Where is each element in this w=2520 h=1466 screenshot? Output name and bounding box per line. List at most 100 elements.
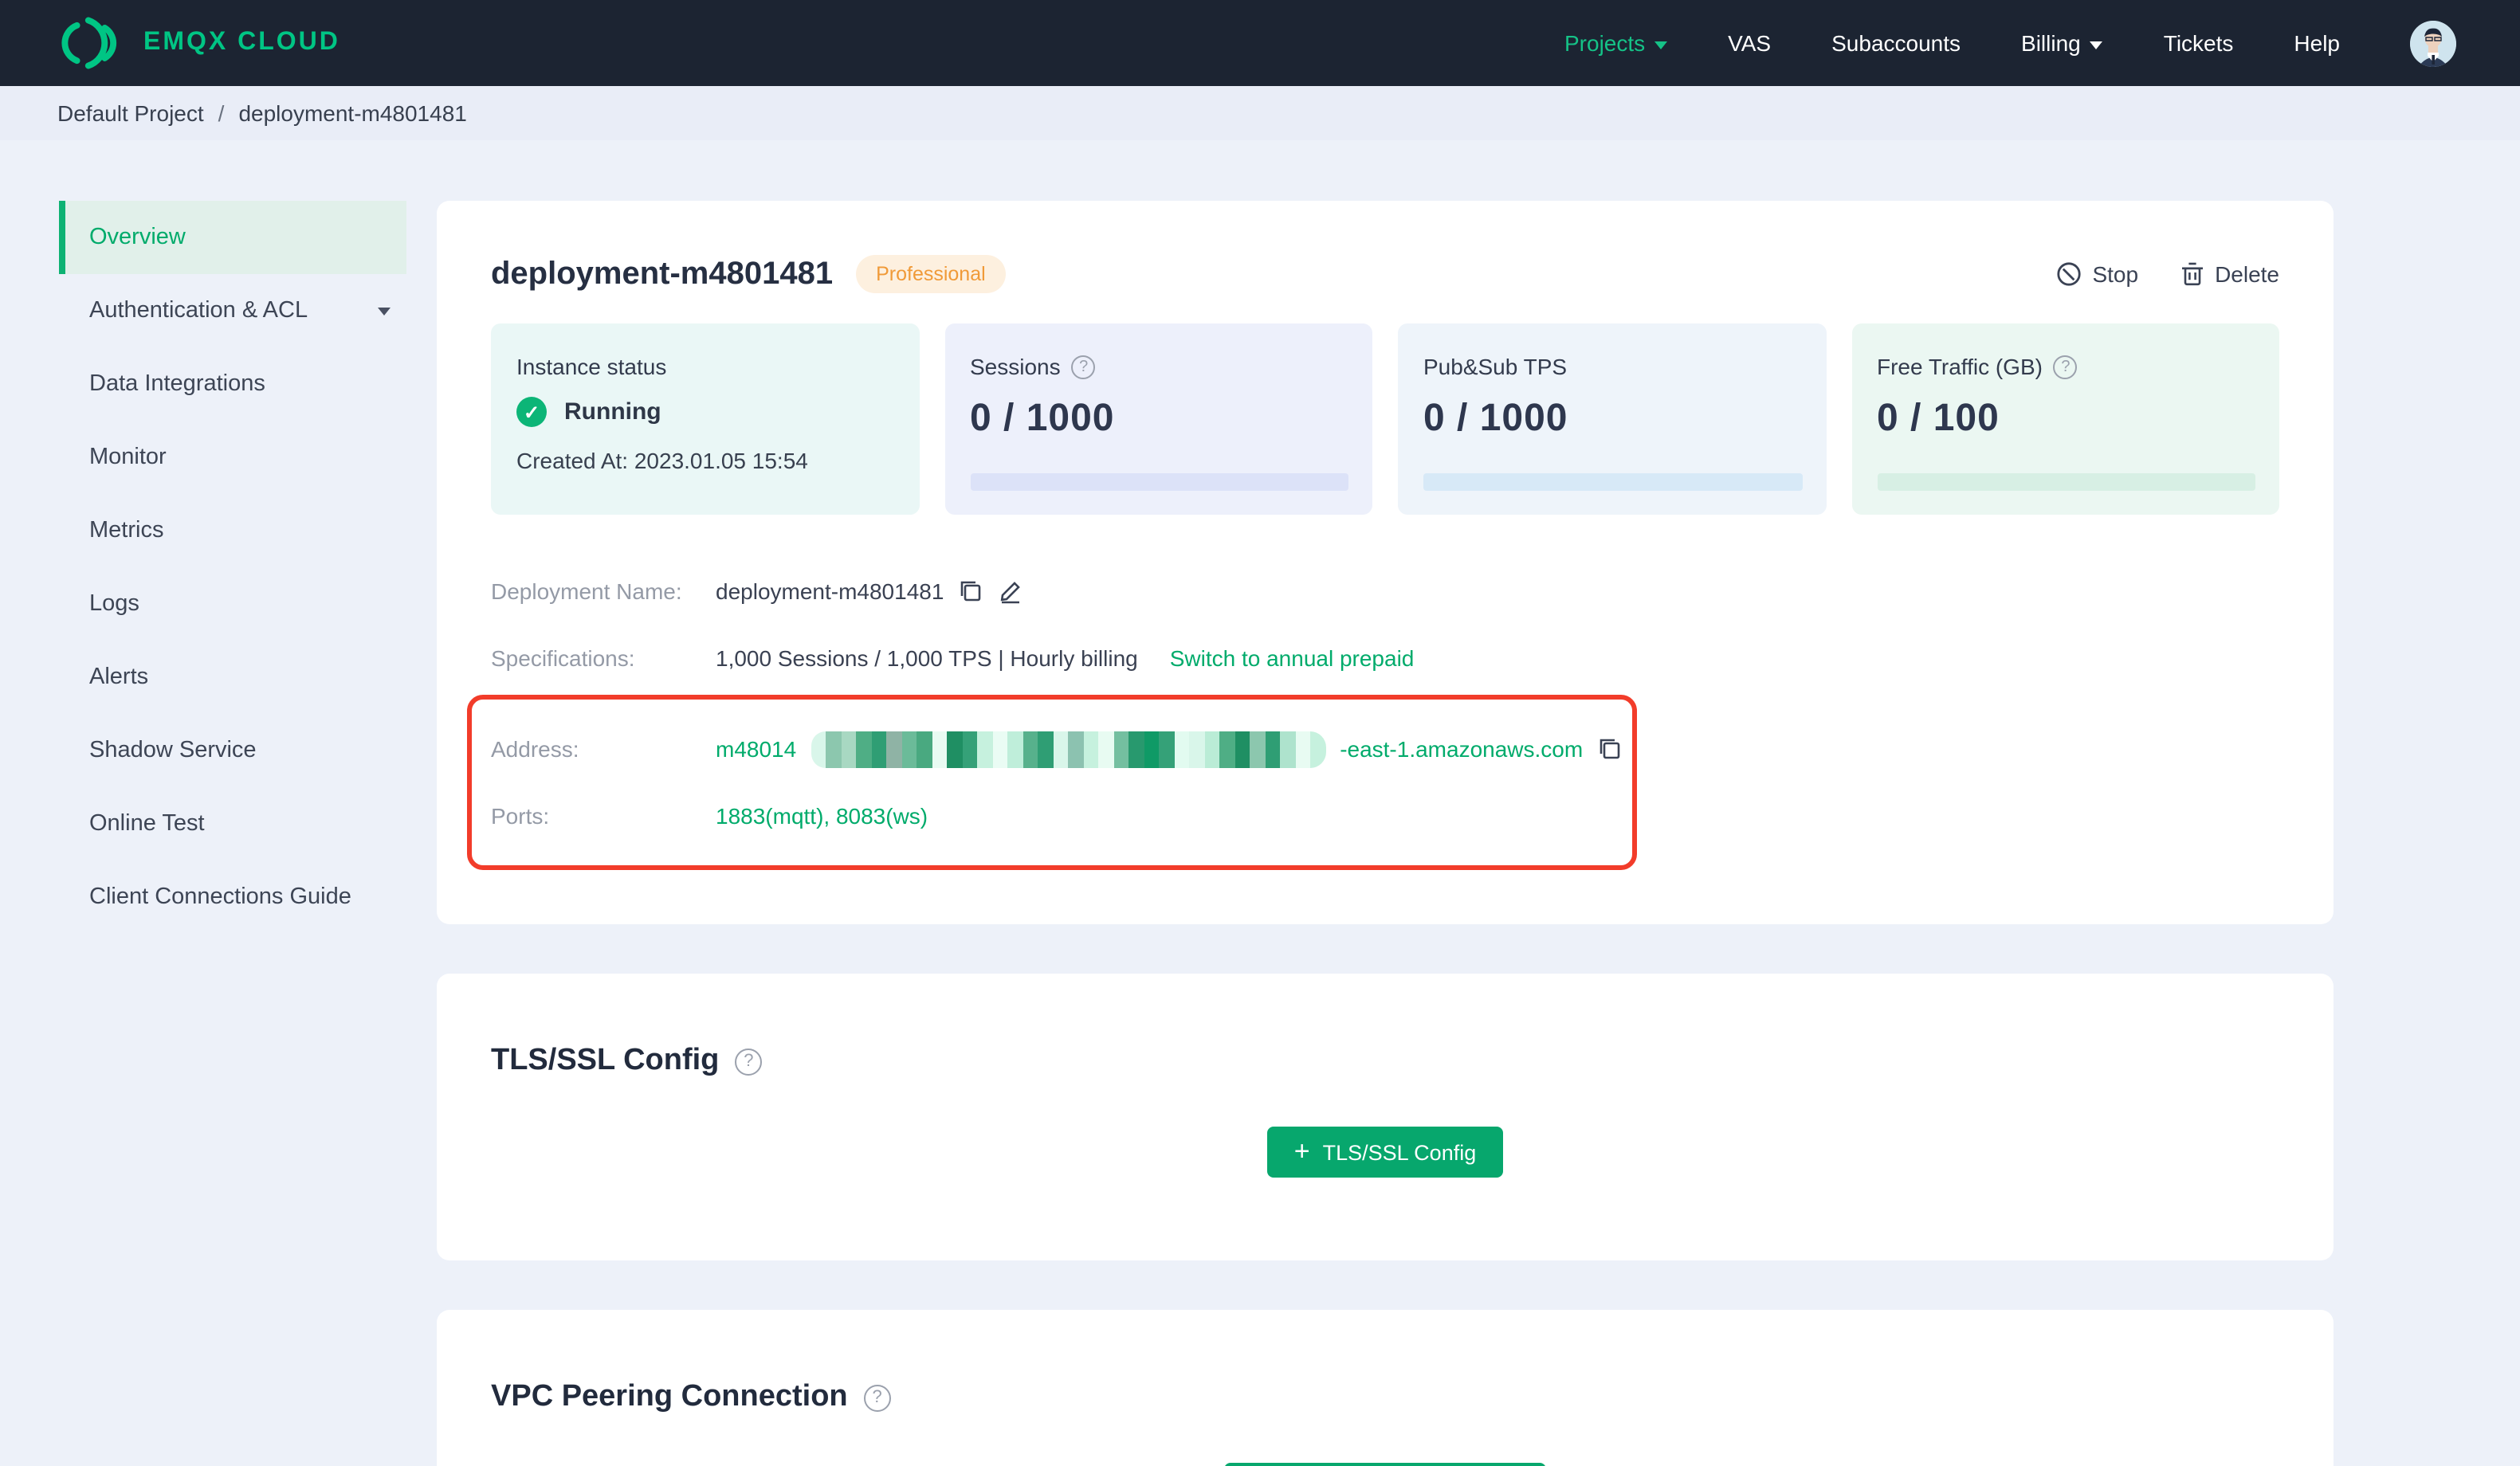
pubsub-tps-label: Pub&Sub TPS: [1423, 354, 1568, 379]
breadcrumb-separator: /: [218, 100, 225, 126]
chevron-down-icon: [378, 308, 391, 316]
plan-badge: Professional: [855, 255, 1007, 293]
add-tls-ssl-config-label: TLS/SSL Config: [1322, 1140, 1477, 1164]
red-highlight-box: Address: m48014 -east-1.amazonaws.com Po…: [467, 695, 1637, 870]
nav-help-label: Help: [2294, 30, 2340, 56]
sidebar-item-label: Shadow Service: [89, 738, 257, 763]
sessions-label: Sessions: [970, 354, 1061, 379]
sidebar-item-metrics[interactable]: Metrics: [59, 494, 406, 567]
add-tls-ssl-config-button[interactable]: + TLS/SSL Config: [1266, 1127, 1504, 1178]
brand-name: EMQX CLOUD: [143, 29, 340, 56]
sidebar-item-overview[interactable]: Overview: [59, 201, 406, 274]
sidebar-item-label: Data Integrations: [89, 371, 265, 397]
instance-status-label: Instance status: [516, 354, 667, 379]
breadcrumb-project[interactable]: Default Project: [57, 100, 204, 126]
add-vpc-peering-button[interactable]: + VPC Peering Connection: [1223, 1463, 1547, 1466]
nav-projects[interactable]: Projects: [1564, 30, 1668, 56]
deployment-title: deployment-m4801481: [491, 256, 834, 291]
sidebar-item-label: Alerts: [89, 664, 149, 690]
sidebar-item-monitor[interactable]: Monitor: [59, 421, 406, 494]
nav-tickets-label: Tickets: [2163, 30, 2234, 56]
nav-help[interactable]: Help: [2294, 30, 2340, 56]
main-content: deployment-m4801481 Professional Stop De…: [437, 201, 2334, 1466]
sidebar-item-label: Overview: [89, 225, 186, 250]
sidebar: Overview Authentication & ACL Data Integ…: [0, 140, 406, 934]
copy-icon[interactable]: [958, 578, 983, 604]
help-icon[interactable]: ?: [1071, 355, 1096, 378]
chevron-down-icon: [2090, 41, 2103, 49]
address-row: Address: m48014 -east-1.amazonaws.com: [491, 715, 1632, 782]
stop-label: Stop: [2092, 261, 2139, 287]
sidebar-item-authentication-acl[interactable]: Authentication & ACL: [59, 274, 406, 347]
deployment-header: deployment-m4801481 Professional Stop De…: [491, 255, 2279, 293]
sidebar-item-logs[interactable]: Logs: [59, 567, 406, 641]
pubsub-tps-card: Pub&Sub TPS 0 / 1000: [1398, 323, 1826, 515]
sidebar-item-online-test[interactable]: Online Test: [59, 787, 406, 860]
sidebar-item-alerts[interactable]: Alerts: [59, 641, 406, 714]
stat-cards-row: Instance status ✓ Running Created At: 20…: [491, 323, 2279, 515]
vpc-peering-card: VPC Peering Connection ? + VPC Peering C…: [437, 1310, 2334, 1466]
trash-icon: [2181, 262, 2203, 286]
sidebar-item-label: Logs: [89, 591, 139, 617]
sidebar-item-data-integrations[interactable]: Data Integrations: [59, 347, 406, 421]
pubsub-tps-value: 0 / 1000: [1423, 397, 1568, 440]
specifications-label: Specifications:: [491, 645, 635, 671]
status-running: Running: [564, 398, 661, 425]
breadcrumb: Default Project / deployment-m4801481: [0, 86, 2520, 140]
ports-label: Ports:: [491, 803, 550, 829]
edit-icon[interactable]: [998, 578, 1023, 604]
address-suffix: -east-1.amazonaws.com: [1340, 736, 1584, 762]
nav-subaccounts-label: Subaccounts: [1831, 30, 1961, 56]
vpc-peering-title: VPC Peering Connection: [491, 1380, 848, 1413]
specifications-row: Specifications: 1,000 Sessions / 1,000 T…: [491, 625, 2279, 692]
nav-vas[interactable]: VAS: [1728, 30, 1771, 56]
switch-annual-prepaid-link[interactable]: Switch to annual prepaid: [1170, 645, 1415, 671]
running-check-icon: ✓: [516, 397, 547, 427]
nav-billing-label: Billing: [2021, 30, 2081, 56]
sidebar-item-client-connections-guide[interactable]: Client Connections Guide: [59, 860, 406, 934]
sessions-value: 0 / 1000: [970, 397, 1115, 440]
breadcrumb-page: deployment-m4801481: [238, 100, 467, 126]
top-navigation-bar: EMQX CLOUD Projects VAS Subaccounts Bill…: [0, 0, 2520, 86]
nav-vas-label: VAS: [1728, 30, 1772, 56]
help-icon[interactable]: ?: [735, 1048, 763, 1075]
free-traffic-progress-bar: [1877, 473, 2255, 491]
address-label: Address:: [491, 736, 579, 762]
sessions-progress-bar: [970, 473, 1348, 491]
plus-icon: +: [1293, 1135, 1310, 1166]
copy-icon[interactable]: [1597, 736, 1623, 762]
deployment-actions: Stop Delete: [2055, 261, 2279, 287]
deployment-info: Deployment Name: deployment-m4801481 Spe…: [467, 558, 2279, 870]
deployment-name-value: deployment-m4801481: [716, 578, 944, 604]
nav-billing[interactable]: Billing: [2021, 30, 2103, 56]
page: EMQX CLOUD Projects VAS Subaccounts Bill…: [0, 0, 2520, 1466]
deployment-name-row: Deployment Name: deployment-m4801481: [491, 558, 2279, 625]
tls-ssl-config-title: TLS/SSL Config: [491, 1044, 720, 1077]
nav-tickets[interactable]: Tickets: [2164, 30, 2234, 56]
user-avatar[interactable]: [2410, 20, 2456, 66]
address-redaction: [811, 731, 1326, 767]
emqx-logo-icon: [61, 17, 117, 69]
free-traffic-label: Free Traffic (GB): [1877, 354, 2043, 379]
help-icon[interactable]: ?: [2053, 355, 2078, 378]
sidebar-item-label: Online Test: [89, 811, 205, 837]
sessions-card: Sessions ? 0 / 1000: [944, 323, 1372, 515]
stop-button[interactable]: Stop: [2055, 261, 2138, 287]
deployment-name-label: Deployment Name:: [491, 578, 682, 604]
chevron-down-icon: [1654, 41, 1668, 49]
delete-button[interactable]: Delete: [2180, 261, 2279, 287]
nav-subaccounts[interactable]: Subaccounts: [1831, 30, 1961, 56]
emqx-logo[interactable]: EMQX CLOUD: [57, 13, 340, 73]
sidebar-item-label: Metrics: [89, 518, 164, 543]
help-icon[interactable]: ?: [863, 1384, 891, 1411]
delete-label: Delete: [2215, 261, 2279, 287]
avatar-illustration: [2410, 20, 2456, 66]
sidebar-item-label: Authentication & ACL: [89, 298, 308, 323]
free-traffic-card: Free Traffic (GB) ? 0 / 100: [1851, 323, 2279, 515]
address-prefix: m48014: [716, 736, 797, 762]
top-nav-items: Projects VAS Subaccounts Billing Tickets…: [1564, 20, 2456, 66]
ports-value: 1883(mqtt), 8083(ws): [716, 803, 928, 829]
nav-projects-label: Projects: [1564, 30, 1646, 56]
sidebar-item-shadow-service[interactable]: Shadow Service: [59, 714, 406, 787]
stop-icon: [2056, 262, 2081, 286]
